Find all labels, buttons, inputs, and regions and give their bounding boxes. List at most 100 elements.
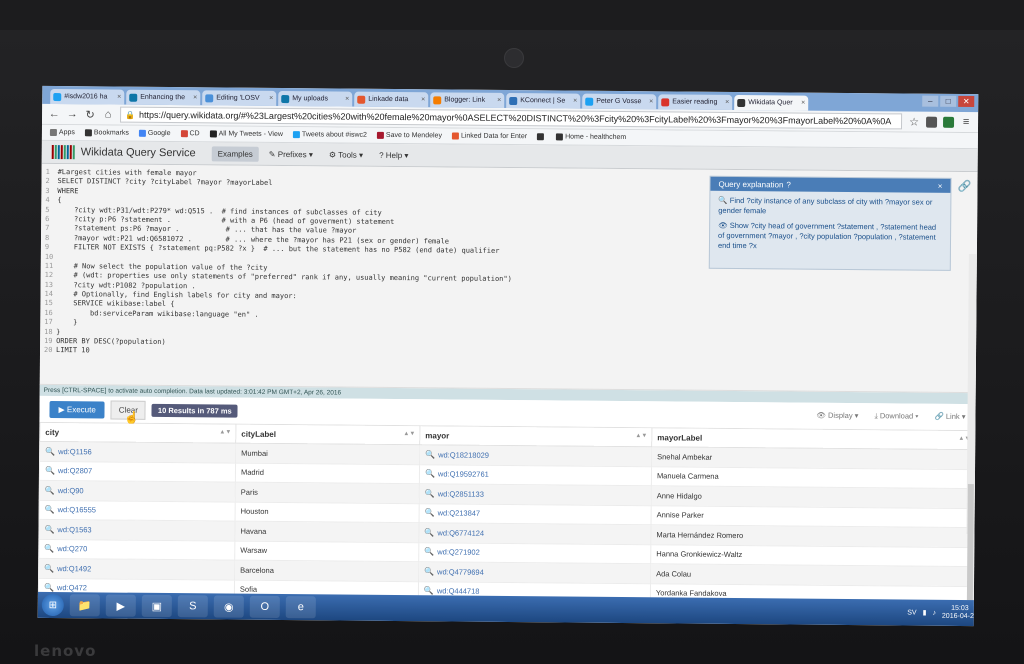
close-window-button[interactable]: ✕ (958, 95, 975, 108)
search-icon[interactable]: 🔍 (44, 564, 54, 573)
clock[interactable]: 15:03 2016-04-26 (942, 605, 978, 621)
sort-icon[interactable]: ▲▼ (403, 431, 415, 437)
skype-icon[interactable]: S (177, 595, 208, 618)
sort-icon[interactable]: ▲▼ (219, 429, 231, 435)
column-header[interactable]: cityLabel ▲▼ (235, 424, 420, 445)
media-player-icon[interactable]: ▶ (105, 594, 136, 617)
browser-tab[interactable]: Wikidata Quer × (734, 94, 809, 111)
outlook-icon[interactable]: O (249, 595, 280, 619)
bookmark-item[interactable]: Bookmarks (84, 129, 129, 137)
extension-icon[interactable] (926, 116, 938, 128)
extension-icon[interactable] (943, 116, 955, 128)
start-button[interactable]: ⊞ (41, 593, 64, 617)
nav-examples[interactable]: Examples (211, 145, 259, 162)
folder-icon[interactable]: 📁 (69, 594, 100, 617)
table-cell[interactable]: 🔍 wd:Q2807 (39, 460, 236, 483)
search-icon[interactable]: 🔍 (424, 587, 434, 596)
table-cell[interactable]: 🔍 wd:Q90 (39, 480, 236, 502)
bookmark-star-icon[interactable]: ☆ (908, 115, 920, 128)
bookmark-item[interactable]: Linked Data for Enter (451, 132, 527, 140)
tab-close-icon[interactable]: × (649, 98, 653, 105)
table-cell[interactable]: 🔍 wd:Q213847 (419, 503, 652, 525)
search-icon[interactable]: 🔍 (44, 583, 54, 592)
bookmark-item[interactable]: All My Tweets - View (209, 130, 283, 138)
ie-icon[interactable]: e (285, 596, 316, 619)
nav-tools[interactable]: ⚙ Tools ▾ (323, 147, 369, 162)
chrome-icon[interactable]: ◉ (213, 595, 244, 618)
search-icon[interactable]: 🔍 (44, 544, 54, 553)
table-cell[interactable]: 🔍 wd:Q1563 (38, 519, 236, 541)
table-cell[interactable]: 🔍 wd:Q6774124 (418, 522, 652, 545)
home-icon[interactable]: ⌂ (102, 108, 114, 120)
search-icon[interactable]: 🔍 (425, 470, 435, 479)
bookmark-item[interactable] (537, 133, 546, 141)
bookmark-item[interactable]: Save to Mendeley (376, 131, 442, 139)
network-icon[interactable]: ▮ (923, 609, 927, 617)
table-cell[interactable]: 🔍 wd:Q270 (38, 538, 235, 561)
bookmark-item[interactable]: Google (138, 129, 171, 137)
browser-tab[interactable]: Peter G Vosse × (582, 93, 657, 110)
column-header[interactable]: mayor ▲▼ (419, 425, 652, 447)
close-icon[interactable]: × (938, 181, 943, 190)
table-cell[interactable]: 🔍 wd:Q16555 (39, 499, 236, 522)
search-icon[interactable]: 🔍 (45, 466, 55, 475)
tab-close-icon[interactable]: × (193, 94, 197, 101)
menu-icon[interactable]: ≡ (960, 116, 972, 128)
bookmark-item[interactable]: Home - healthchem (556, 133, 626, 141)
table-cell[interactable]: 🔍 wd:Q4779694 (418, 561, 651, 584)
execute-button[interactable]: ▶ Execute (49, 400, 105, 418)
browser-tab[interactable]: Linkade data × (354, 91, 429, 108)
table-cell[interactable]: 🔍 wd:Q19592761 (419, 464, 652, 486)
table-cell[interactable]: 🔍 wd:Q271902 (418, 542, 651, 564)
share-link-icon[interactable]: 🔗 (957, 180, 971, 193)
tab-close-icon[interactable]: × (421, 96, 425, 103)
forward-icon[interactable]: → (66, 108, 78, 120)
bookmark-item[interactable]: Apps (49, 128, 75, 136)
download-dropdown[interactable]: ⤓ Download ▾ (874, 411, 918, 421)
nav-prefixes[interactable]: ✎ Prefixes ▾ (263, 146, 319, 161)
browser-tab[interactable]: Easier reading × (658, 94, 733, 110)
browser-tab[interactable]: My uploads × (278, 90, 353, 107)
tab-close-icon[interactable]: × (725, 99, 729, 106)
browser-tab[interactable]: Blogger: Link × (430, 92, 505, 108)
search-icon[interactable]: 🔍 (425, 450, 435, 459)
browser-tab[interactable]: Enhancing the × (126, 89, 201, 106)
tab-close-icon[interactable]: × (345, 96, 349, 103)
column-header[interactable]: city ▲▼ (39, 422, 236, 444)
table-cell[interactable]: 🔍 wd:Q18218029 (419, 444, 652, 467)
reload-icon[interactable]: ↻ (84, 108, 96, 121)
tab-close-icon[interactable]: × (497, 97, 501, 104)
tab-close-icon[interactable]: × (801, 100, 805, 107)
sort-icon[interactable]: ▲▼ (635, 433, 647, 439)
browser-tab[interactable]: #isdw2016 ha × (50, 88, 125, 105)
link-dropdown[interactable]: 🔗 Link ▾ (934, 412, 965, 422)
query-editor[interactable]: 1 #Largest cities with female mayor 2 SELEC… (39, 163, 978, 394)
search-icon[interactable]: 🔍 (424, 548, 434, 557)
bookmark-item[interactable]: CD (180, 130, 200, 137)
bookmark-item[interactable]: Tweets about #iswc2 (292, 131, 367, 139)
search-icon[interactable]: 🔍 (424, 528, 434, 537)
display-dropdown[interactable]: 👁 Display ▾ (816, 411, 858, 421)
browser-tab[interactable]: KConnect | Se × (506, 92, 581, 109)
column-header[interactable]: mayorLabel ▲▼ (651, 427, 975, 450)
presentation-icon[interactable]: ▣ (141, 594, 172, 618)
search-icon[interactable]: 🔍 (45, 486, 55, 495)
search-icon[interactable]: 🔍 (45, 447, 55, 456)
minimize-button[interactable]: – (922, 95, 939, 107)
tab-close-icon[interactable]: × (269, 95, 273, 102)
search-icon[interactable]: 🔍 (45, 505, 55, 514)
browser-tab[interactable]: Editing 'LOSV × (202, 90, 277, 106)
table-cell[interactable]: 🔍 wd:Q2851133 (419, 483, 652, 506)
back-icon[interactable]: ← (48, 108, 60, 120)
search-icon[interactable]: 🔍 (44, 525, 54, 534)
nav-help[interactable]: ? Help ▾ (373, 147, 415, 162)
tab-close-icon[interactable]: × (117, 94, 121, 101)
search-icon[interactable]: 🔍 (424, 567, 434, 576)
volume-icon[interactable]: ♪ (932, 609, 936, 616)
maximize-button[interactable]: □ (940, 95, 957, 107)
language-indicator[interactable]: SV (907, 609, 916, 616)
search-icon[interactable]: 🔍 (425, 489, 435, 498)
table-cell[interactable]: 🔍 wd:Q1492 (38, 558, 235, 580)
table-cell[interactable]: 🔍 wd:Q1156 (39, 441, 236, 463)
tab-close-icon[interactable]: × (573, 98, 577, 105)
